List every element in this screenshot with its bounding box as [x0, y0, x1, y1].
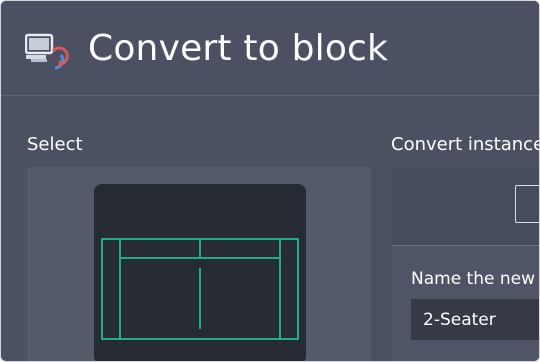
dialog-title: Convert to block [88, 28, 389, 69]
sofa-block-preview [101, 238, 299, 340]
option-box[interactable] [515, 185, 539, 223]
title-bar: Convert to block [1, 1, 539, 95]
sofa-left-arm [101, 238, 121, 340]
convert-instance-label: Convert instance [391, 134, 540, 155]
select-label: Select [27, 134, 83, 155]
block-name-input[interactable] [411, 299, 539, 340]
sofa-right-arm [279, 238, 299, 340]
convert-divider [391, 245, 539, 246]
title-divider [1, 95, 539, 96]
convert-to-block-dialog: Convert to block Select Convert instance… [0, 0, 540, 362]
block-name-label: Name the new [411, 269, 535, 289]
convert-block-icon [25, 33, 69, 70]
